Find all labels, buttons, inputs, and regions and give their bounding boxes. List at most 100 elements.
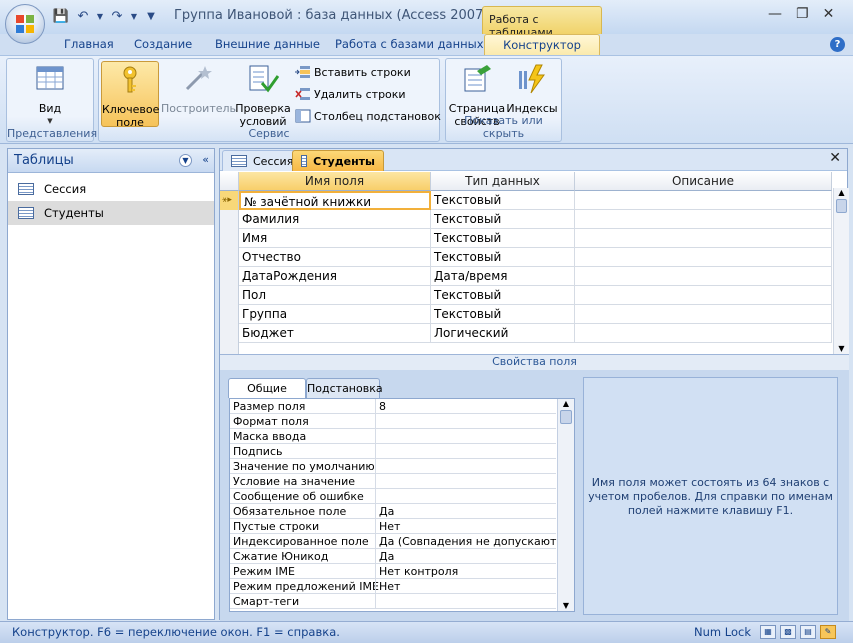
nav-pane-header[interactable]: Таблицы ▼ « [8,149,214,173]
property-value[interactable]: Нет [375,579,555,594]
field-name-cell[interactable]: Имя [239,229,431,248]
data-type-cell[interactable]: Логический [431,324,575,343]
data-type-cell[interactable]: Дата/время [431,267,575,286]
table-row[interactable]: Отчество Текстовый [220,248,832,267]
property-value[interactable] [375,459,555,474]
scroll-thumb[interactable] [836,199,847,213]
data-type-cell[interactable]: Текстовый [431,286,575,305]
header-field-name[interactable]: Имя поля [239,172,431,191]
property-row[interactable]: Значение по умолчанию [230,459,556,474]
customize-qat-icon[interactable]: ▼ [142,7,160,25]
help-icon[interactable]: ? [830,37,845,52]
table-row[interactable]: Бюджет Логический [220,324,832,343]
property-value[interactable] [375,429,555,444]
row-selector[interactable] [220,248,239,267]
row-selector[interactable] [220,324,239,343]
description-cell[interactable] [575,267,832,286]
property-row[interactable]: Индексированное поле Да (Совпадения не до… [230,534,573,549]
row-selector[interactable] [220,229,239,248]
field-name-cell[interactable]: Фамилия [239,210,431,229]
description-cell[interactable] [575,324,832,343]
data-type-cell[interactable]: Текстовый [431,210,575,229]
field-name-cell[interactable]: Группа [239,305,431,324]
property-row[interactable]: Обязательное поле Да [230,504,556,519]
tab-database-tools[interactable]: Работа с базами данных [335,37,484,51]
tab-home[interactable]: Главная [64,37,114,51]
office-button[interactable] [5,4,45,44]
insert-rows-button[interactable]: Вставить строки [295,65,411,79]
scroll-up-icon[interactable]: ▲ [834,188,849,197]
row-selector[interactable] [220,286,239,305]
field-name-cell[interactable]: Пол [239,286,431,305]
property-row[interactable]: Подпись [230,444,556,459]
nav-collapse-icon[interactable]: « [202,153,209,166]
property-row[interactable]: Формат поля [230,414,556,429]
property-row[interactable]: Пустые строки Нет [230,519,556,534]
datasheet-view-icon[interactable]: ▦ [760,625,776,639]
scroll-down-icon[interactable]: ▼ [834,344,849,353]
pivot-chart-view-icon[interactable]: ▤ [800,625,816,639]
description-cell[interactable] [575,286,832,305]
property-row[interactable]: Сообщение об ошибке [230,489,556,504]
property-value[interactable] [375,594,555,609]
tab-lookup[interactable]: Подстановка [306,378,383,398]
close-document-icon[interactable]: ✕ [829,150,841,166]
property-row[interactable]: Условие на значение [230,474,556,489]
scroll-thumb[interactable] [560,410,572,424]
property-value[interactable] [375,444,555,459]
header-description[interactable]: Описание [575,172,832,191]
redo-icon[interactable]: ↷ [108,7,126,25]
table-row[interactable]: ⚹▸ № зачётной книжки Текстовый [220,191,832,210]
tab-create[interactable]: Создание [134,37,192,51]
table-row[interactable]: Группа Текстовый [220,305,832,324]
view-button[interactable]: Вид ▼ [27,63,73,128]
property-row[interactable]: Маска ввода [230,429,556,444]
primary-key-button[interactable]: Ключевое поле [101,61,159,129]
table-row[interactable]: Фамилия Текстовый [220,210,832,229]
field-name-cell[interactable]: Бюджет [239,324,431,343]
nav-menu-dropdown-icon[interactable]: ▼ [179,154,192,167]
close-icon[interactable]: ✕ [823,6,835,22]
save-icon[interactable]: 💾 [52,7,70,25]
property-row[interactable]: Смарт-теги [230,594,556,609]
table-row[interactable]: Пол Текстовый [220,286,832,305]
property-value[interactable]: Да [375,549,555,564]
description-cell[interactable] [575,191,832,210]
row-selector[interactable]: ⚹▸ [220,191,239,210]
property-row[interactable]: Размер поля 8 [230,399,556,414]
property-value[interactable]: Да [375,504,555,519]
header-data-type[interactable]: Тип данных [431,172,575,191]
tab-general[interactable]: Общие [228,378,306,398]
grid-vertical-scrollbar[interactable]: ▲ ▼ [833,188,849,354]
dropdown-icon[interactable]: ▼ [96,7,104,25]
lookup-column-button[interactable]: Столбец подстановок [295,109,441,123]
tab-external-data[interactable]: Внешние данные [215,37,320,51]
field-name-cell[interactable]: Отчество [239,248,431,267]
data-type-cell[interactable]: Текстовый [431,191,575,210]
property-value[interactable]: Нет [375,519,555,534]
nav-item-session[interactable]: Сессия [8,177,214,201]
doc-tab-session[interactable]: Сессия [222,150,303,171]
row-selector[interactable] [220,305,239,324]
data-type-cell[interactable]: Текстовый [431,305,575,324]
description-cell[interactable] [575,210,832,229]
property-value[interactable]: 8 [375,399,555,414]
doc-tab-students[interactable]: Студенты [292,150,384,171]
description-cell[interactable] [575,248,832,267]
data-type-cell[interactable]: Текстовый [431,229,575,248]
property-value[interactable] [375,474,555,489]
property-row[interactable]: Режим IME Нет контроля [230,564,556,579]
builder-button[interactable]: Построитель [161,63,236,115]
restore-icon[interactable]: ❐ [796,6,809,22]
description-cell[interactable] [575,229,832,248]
delete-rows-button[interactable]: Удалить строки [295,87,406,101]
design-view-icon[interactable]: ✎ [820,625,836,639]
dropdown-icon[interactable]: ▼ [130,7,138,25]
test-rules-button[interactable]: Проверка условий [233,63,293,128]
table-row[interactable]: Имя Текстовый [220,229,832,248]
property-row[interactable]: Сжатие Юникод Да [230,549,556,564]
property-value[interactable]: Да (Совпадения не допускаются) [375,534,573,549]
scroll-up-icon[interactable]: ▲ [558,399,574,408]
table-row[interactable]: ДатаРождения Дата/время [220,267,832,286]
property-value[interactable] [375,414,555,429]
